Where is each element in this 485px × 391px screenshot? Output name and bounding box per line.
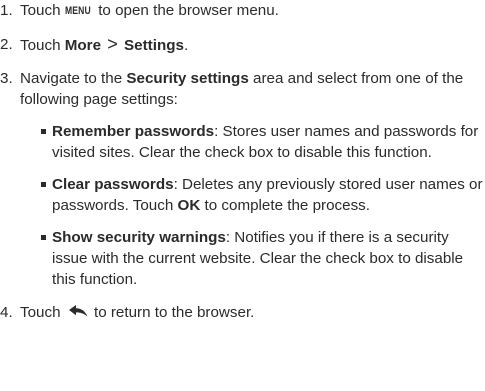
- ok-label: OK: [177, 197, 201, 214]
- step-text: to return to the browser.: [89, 304, 255, 321]
- back-arrow-icon: [68, 305, 88, 317]
- settings-label: Settings: [124, 37, 184, 54]
- step-number: 2.: [0, 36, 13, 53]
- option-title: Clear passwords: [52, 176, 174, 193]
- menu-key-label: MENU: [64, 5, 91, 17]
- settings-options: Remember passwords: Stores user names an…: [20, 121, 485, 290]
- bullet-icon: [41, 182, 46, 187]
- step-number: 4.: [0, 304, 13, 321]
- option-show-security-warnings: Show security warnings: Notifies you if …: [20, 227, 485, 290]
- step-text: Touch: [20, 37, 65, 54]
- step-2: 2. Touch More > Settings.: [0, 34, 485, 56]
- bullet-icon: [41, 129, 46, 134]
- step-text: .: [183, 37, 189, 54]
- more-label: More: [64, 37, 102, 54]
- instruction-list: 1. Touch MENU to open the browser menu. …: [0, 0, 485, 323]
- step-4: 4. Touch to return to the browser.: [0, 302, 485, 323]
- path-separator: >: [107, 34, 118, 54]
- security-settings-label: Security settings: [126, 70, 249, 87]
- option-title: Remember passwords: [52, 123, 215, 140]
- bullet-icon: [41, 235, 46, 240]
- step-text: Touch: [20, 2, 61, 19]
- step-text: to open the browser menu.: [98, 2, 279, 19]
- step-1: 1. Touch MENU to open the browser menu.: [0, 0, 485, 22]
- option-clear-passwords: Clear passwords: Deletes any previously …: [20, 174, 485, 216]
- option-remember-passwords: Remember passwords: Stores user names an…: [20, 121, 485, 163]
- step-number: 3.: [0, 70, 13, 87]
- option-description: to complete the process.: [200, 197, 370, 214]
- step-text: Navigate to the: [20, 70, 127, 87]
- step-text: Touch: [20, 304, 61, 321]
- step-3: 3. Navigate to the Security settings are…: [0, 68, 485, 290]
- step-number: 1.: [0, 2, 13, 19]
- option-title: Show security warnings: [52, 229, 226, 246]
